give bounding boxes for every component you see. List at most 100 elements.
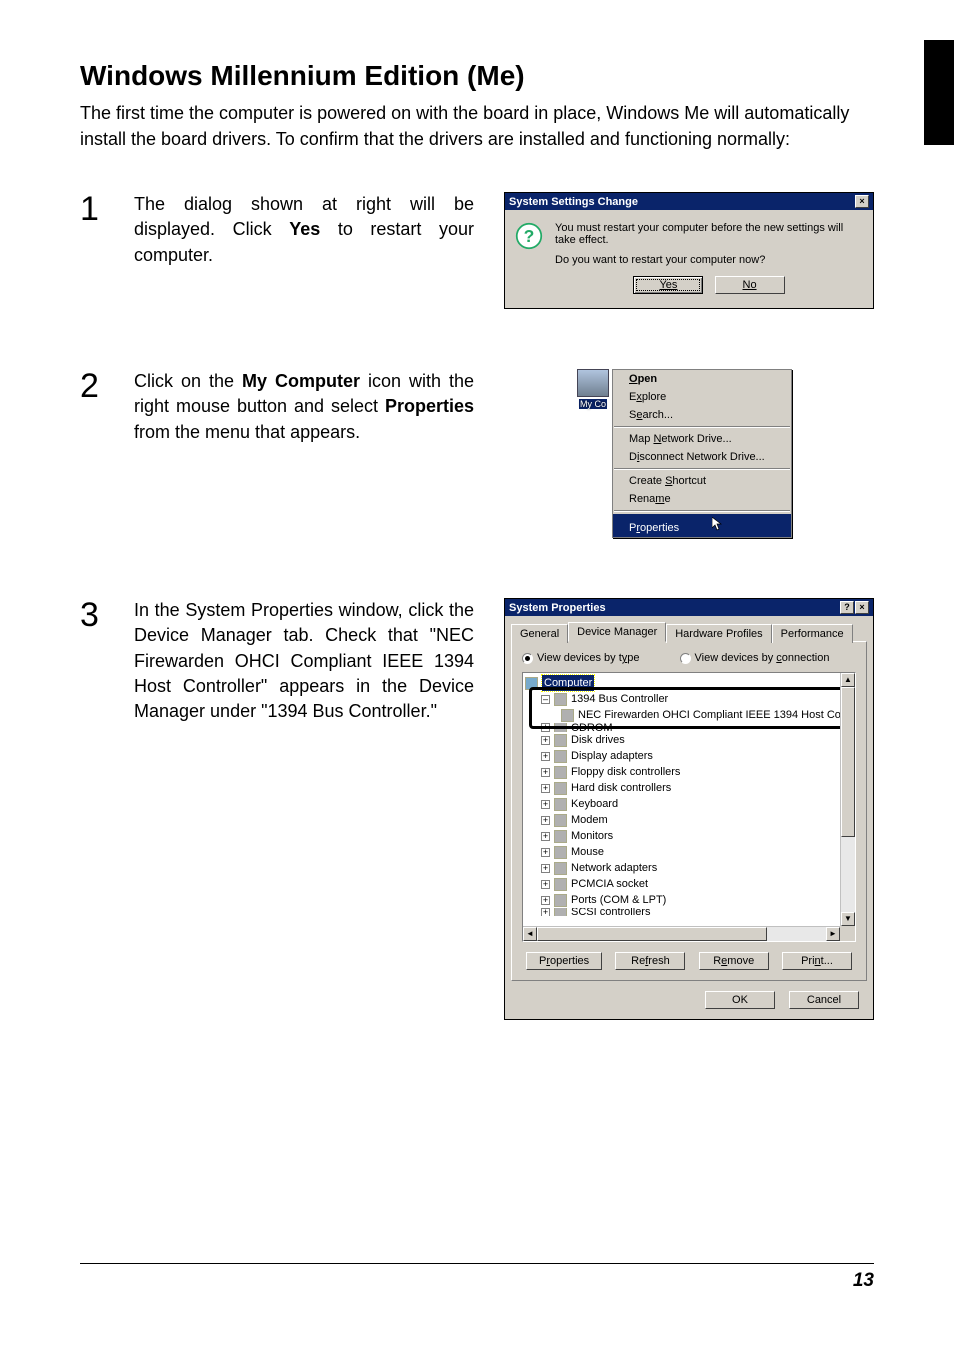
horizontal-scrollbar[interactable]: ◄ ► <box>523 926 840 941</box>
menu-item-explore[interactable]: Explore <box>613 388 791 406</box>
tree-node-1394[interactable]: –1394 Bus Controller <box>525 691 853 707</box>
section-heading: Windows Millennium Edition (Me) <box>80 60 874 92</box>
bold-yes: Yes <box>289 219 320 239</box>
expand-icon[interactable]: + <box>541 848 550 857</box>
figure-column: My Co Open Explore Search... Map Network… <box>494 369 874 538</box>
radio-icon <box>680 653 691 664</box>
device-tree[interactable]: Computer –1394 Bus Controller NEC Firewa… <box>522 672 856 942</box>
device-icon <box>554 830 567 843</box>
device-icon <box>554 894 567 907</box>
message-line-2: Do you want to restart your computer now… <box>555 254 863 266</box>
tree-node-ports[interactable]: +Ports (COM & LPT) <box>525 892 853 908</box>
scroll-thumb[interactable] <box>537 927 767 941</box>
radio-by-type[interactable]: View devices by type <box>522 652 640 664</box>
tree-node-hdd[interactable]: +Hard disk controllers <box>525 780 853 796</box>
expand-icon[interactable]: + <box>541 832 550 841</box>
menu-item-properties[interactable]: Properties <box>613 514 791 537</box>
radio-label: View devices by connection <box>695 652 830 664</box>
help-icon[interactable]: ? <box>840 601 854 614</box>
radio-by-connection[interactable]: View devices by connection <box>680 652 830 664</box>
tree-inner: Computer –1394 Bus Controller NEC Firewa… <box>523 673 855 918</box>
bold-properties: Properties <box>385 396 474 416</box>
tree-node-keyboard[interactable]: +Keyboard <box>525 796 853 812</box>
device-icon <box>554 878 567 891</box>
tree-node-network[interactable]: +Network adapters <box>525 860 853 876</box>
menu-item-search[interactable]: Search... <box>613 406 791 424</box>
menu-separator <box>614 426 790 428</box>
expand-icon[interactable]: + <box>541 908 550 916</box>
dialog-message: You must restart your computer before th… <box>555 222 863 294</box>
tabs-row: General Device Manager Hardware Profiles… <box>505 616 873 641</box>
tree-node-floppy[interactable]: +Floppy disk controllers <box>525 764 853 780</box>
expand-icon[interactable]: + <box>541 736 550 745</box>
expand-icon[interactable]: + <box>541 784 550 793</box>
expand-icon[interactable]: + <box>541 752 550 761</box>
tree-node-mouse[interactable]: +Mouse <box>525 844 853 860</box>
menu-item-create-shortcut[interactable]: Create Shortcut <box>613 472 791 490</box>
remove-button[interactable]: Remove <box>699 952 769 970</box>
tab-general[interactable]: General <box>511 624 568 643</box>
tree-node-display[interactable]: +Display adapters <box>525 748 853 764</box>
ok-button[interactable]: OK <box>705 991 775 1009</box>
collapse-icon[interactable]: – <box>541 695 550 704</box>
step-2-text: Click on the My Computer icon with the r… <box>134 369 474 445</box>
device-icon <box>554 693 567 706</box>
device-icon <box>554 846 567 859</box>
device-icon <box>554 723 567 732</box>
tree-node-monitors[interactable]: +Monitors <box>525 828 853 844</box>
yes-button[interactable]: Yes <box>633 276 703 294</box>
close-icon[interactable]: × <box>855 195 869 208</box>
close-icon[interactable]: × <box>855 601 869 614</box>
print-button[interactable]: Print... <box>782 952 852 970</box>
intro-paragraph: The first time the computer is powered o… <box>80 100 874 152</box>
scroll-right-icon[interactable]: ► <box>826 927 840 941</box>
cancel-button[interactable]: Cancel <box>789 991 859 1009</box>
svg-text:?: ? <box>524 226 535 246</box>
device-icon <box>561 709 574 722</box>
scroll-thumb[interactable] <box>841 687 855 837</box>
scroll-up-icon[interactable]: ▲ <box>841 673 855 687</box>
tree-node-pcmcia[interactable]: +PCMCIA socket <box>525 876 853 892</box>
tree-node-modem[interactable]: +Modem <box>525 812 853 828</box>
text-fragment: Click on the <box>134 371 242 391</box>
expand-icon[interactable]: + <box>541 896 550 905</box>
device-icon <box>554 750 567 763</box>
page-footer: 13 <box>80 1263 874 1292</box>
expand-icon[interactable]: + <box>541 768 550 777</box>
expand-icon[interactable]: + <box>541 800 550 809</box>
no-button[interactable]: No <box>715 276 785 294</box>
figure-column: System Settings Change × ? You must rest… <box>494 192 874 309</box>
text-fragment: from the menu that appears. <box>134 422 360 442</box>
menu-separator <box>614 510 790 512</box>
expand-icon[interactable]: + <box>541 880 550 889</box>
tree-node-cdrom[interactable]: +CDROM <box>525 723 853 732</box>
tab-performance[interactable]: Performance <box>772 624 853 643</box>
menu-item-open[interactable]: Open <box>613 370 791 388</box>
vertical-scrollbar[interactable]: ▲ ▼ <box>840 673 855 926</box>
expand-icon[interactable]: + <box>541 723 550 732</box>
scrollbar-corner <box>840 926 855 941</box>
step-number: 2 <box>80 369 114 403</box>
radio-icon <box>522 653 533 664</box>
tree-node-scsi[interactable]: +SCSI controllers <box>525 908 853 916</box>
cursor-icon <box>712 517 723 531</box>
step-number: 3 <box>80 598 114 632</box>
menu-item-rename[interactable]: Rename <box>613 490 791 508</box>
tab-hardware-profiles[interactable]: Hardware Profiles <box>666 624 771 643</box>
message-line-1: You must restart your computer before th… <box>555 222 863 246</box>
scroll-down-icon[interactable]: ▼ <box>841 912 855 926</box>
menu-item-disconnect-drive[interactable]: Disconnect Network Drive... <box>613 448 791 466</box>
expand-icon[interactable]: + <box>541 864 550 873</box>
context-menu: Open Explore Search... Map Network Drive… <box>612 369 792 538</box>
menu-item-map-drive[interactable]: Map Network Drive... <box>613 430 791 448</box>
scroll-left-icon[interactable]: ◄ <box>523 927 537 941</box>
refresh-button[interactable]: Refresh <box>615 952 685 970</box>
tree-node-nec-firewarden[interactable]: NEC Firewarden OHCI Compliant IEEE 1394 … <box>525 707 853 723</box>
computer-icon[interactable] <box>577 369 609 397</box>
expand-icon[interactable]: + <box>541 816 550 825</box>
tree-root-computer[interactable]: Computer <box>525 675 853 691</box>
tree-node-disk[interactable]: +Disk drives <box>525 732 853 748</box>
icon-label: My Co <box>579 399 607 409</box>
tab-device-manager[interactable]: Device Manager <box>568 622 666 642</box>
properties-button[interactable]: Properties <box>526 952 602 970</box>
